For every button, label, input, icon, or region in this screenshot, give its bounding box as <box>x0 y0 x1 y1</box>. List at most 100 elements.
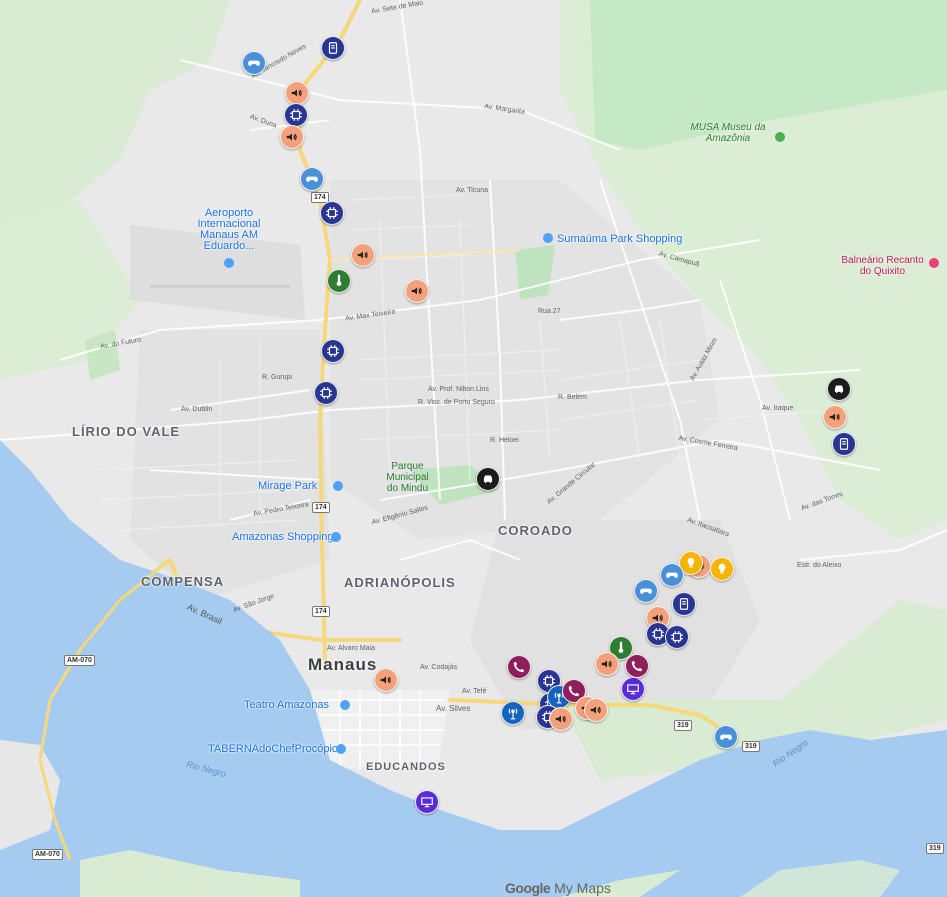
map-marker-chip[interactable] <box>665 625 689 649</box>
street-label: R. Heloei <box>490 437 519 444</box>
speaker-icon <box>554 712 568 726</box>
map-marker-games[interactable] <box>714 725 738 749</box>
highway-shield: AM-070 <box>32 849 63 860</box>
map-canvas[interactable]: LÍRIO DO VALE COMPENSA ADRIANÓPOLIS CORO… <box>0 0 947 897</box>
chip-icon <box>670 630 684 644</box>
map-marker-sound[interactable] <box>285 81 309 105</box>
balneario-label[interactable]: Balneário Recanto do Quixito <box>835 255 930 277</box>
museum-pin-icon[interactable] <box>775 132 785 142</box>
chip-icon <box>651 627 665 641</box>
speaker-icon <box>589 703 603 717</box>
speaker-icon <box>379 673 393 687</box>
highway-shield: AM-070 <box>64 655 95 666</box>
district-label: LÍRIO DO VALE <box>72 424 181 439</box>
map-marker-chip[interactable] <box>321 339 345 363</box>
map-marker-games[interactable] <box>242 51 266 75</box>
map-marker-sound[interactable] <box>405 279 429 303</box>
map-marker-games[interactable] <box>300 167 324 191</box>
mirage-label[interactable]: Mirage Park <box>258 480 317 492</box>
landmark-pin-icon[interactable] <box>340 700 350 710</box>
leisure-pin-icon[interactable] <box>929 258 939 268</box>
parque-label[interactable]: Parque Municipal do Mindu <box>380 461 435 494</box>
speaker-icon <box>285 130 299 144</box>
map-marker-mobile[interactable] <box>321 36 345 60</box>
chip-icon <box>289 108 303 122</box>
map-marker-sound[interactable] <box>374 668 398 692</box>
street-label: R. Belém <box>558 394 587 401</box>
district-label: EDUCANDOS <box>366 761 446 773</box>
district-label: ADRIANÓPOLIS <box>344 575 456 590</box>
map-marker-sound[interactable] <box>351 243 375 267</box>
highway-shield: 319 <box>926 843 944 854</box>
speaker-icon <box>828 410 842 424</box>
monitor-icon <box>626 682 640 696</box>
speaker-icon <box>410 284 424 298</box>
map-marker-sound[interactable] <box>549 707 573 731</box>
map-marker-bulb[interactable] <box>710 557 734 581</box>
map-marker-phone[interactable] <box>625 654 649 678</box>
thermometer-icon <box>614 641 628 655</box>
street-label: Av. Dublin <box>181 406 213 413</box>
street-label: Rua 27 <box>538 308 561 315</box>
highway-shield: 174 <box>312 502 330 513</box>
speaker-icon <box>600 657 614 671</box>
map-marker-games[interactable] <box>634 579 658 603</box>
map-marker-sound[interactable] <box>280 125 304 149</box>
taberna-label[interactable]: TABERNAdoChefProcópio <box>208 743 338 755</box>
airport-label[interactable]: Aeroporto Internacional Manaus AM Eduard… <box>197 208 261 252</box>
mobile-icon <box>837 437 851 451</box>
phone-icon <box>630 659 644 673</box>
airport-pin-icon[interactable] <box>224 258 234 268</box>
map-marker-sound[interactable] <box>595 652 619 676</box>
street-label: Estr. do Aleixo <box>797 562 842 569</box>
map-marker-mobile[interactable] <box>672 592 696 616</box>
street-label: Av. Iraque <box>762 405 794 412</box>
street-label: Av. Silves <box>436 704 471 713</box>
map-marker-car[interactable] <box>476 467 500 491</box>
shopping-pin-icon[interactable] <box>331 532 341 542</box>
map-marker-chip[interactable] <box>314 381 338 405</box>
mobile-icon <box>326 41 340 55</box>
shopping-pin-icon[interactable] <box>543 233 553 243</box>
lightbulb-icon <box>684 556 698 570</box>
map-marker-games[interactable] <box>660 563 684 587</box>
map-marker-chip[interactable] <box>284 103 308 127</box>
map-marker-monitor[interactable] <box>415 790 439 814</box>
map-marker-sound[interactable] <box>584 698 608 722</box>
street-label: Av. Codajás <box>420 664 458 671</box>
map-marker-monitor[interactable] <box>621 677 645 701</box>
chip-icon <box>326 344 340 358</box>
map-marker-phone[interactable] <box>507 655 531 679</box>
street-label: Av. Ticuna <box>456 187 489 194</box>
map-marker-car[interactable] <box>827 377 851 401</box>
district-label: COROADO <box>498 523 573 538</box>
google-my-maps-logo: Google My Maps <box>505 880 611 896</box>
phone-icon <box>512 660 526 674</box>
street-label: R. Gurupi <box>262 374 292 381</box>
highway-shield: 174 <box>312 606 330 617</box>
teatro-label[interactable]: Teatro Amazonas <box>244 699 329 711</box>
highway-shield: 319 <box>674 720 692 731</box>
street-label: Av. Prof. Nilton Lins <box>428 386 489 393</box>
shopping-pin-icon[interactable] <box>333 481 343 491</box>
map-marker-antenna[interactable] <box>501 701 525 725</box>
map-marker-mobile[interactable] <box>832 432 856 456</box>
amazonas-shopping-label[interactable]: Amazonas Shopping <box>232 531 334 543</box>
speaker-icon <box>290 86 304 100</box>
gamepad-icon <box>639 584 653 598</box>
district-label: COMPENSA <box>141 574 225 589</box>
speaker-icon <box>356 248 370 262</box>
map-marker-chip[interactable] <box>320 201 344 225</box>
gamepad-icon <box>305 172 319 186</box>
museu-label[interactable]: MUSA Museu da Amazônia <box>688 122 768 144</box>
car-icon <box>832 382 846 396</box>
map-marker-temp[interactable] <box>327 269 351 293</box>
monitor-icon <box>420 795 434 809</box>
street-label: Av. Alvaro Maia <box>327 645 375 652</box>
highway-shield: 319 <box>742 741 760 752</box>
sumauma-label[interactable]: Sumaúma Park Shopping <box>557 233 682 245</box>
restaurant-pin-icon[interactable] <box>336 744 346 754</box>
chip-icon <box>325 206 339 220</box>
gamepad-icon <box>665 568 679 582</box>
map-marker-sound[interactable] <box>823 405 847 429</box>
